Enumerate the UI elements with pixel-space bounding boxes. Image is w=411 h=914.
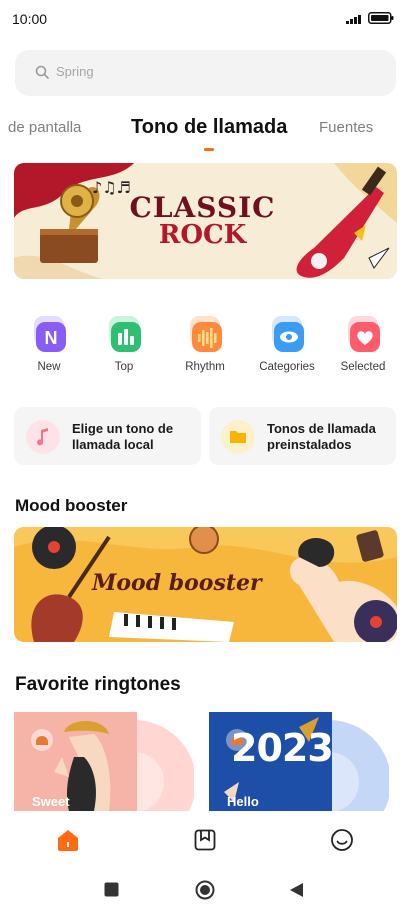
eye-icon [272, 316, 304, 352]
bottom-nav [0, 812, 411, 864]
signal-icon [346, 15, 361, 24]
tab-ringtone[interactable]: Tono de llamada [131, 116, 287, 139]
category-new[interactable]: N New [14, 316, 84, 376]
bar-chart-icon [109, 316, 141, 352]
home-icon[interactable] [55, 827, 81, 853]
recent-apps-icon[interactable] [104, 882, 119, 897]
back-icon[interactable] [289, 882, 304, 898]
status-bar: 10:00 [0, 0, 411, 38]
favorite-ringtones-heading: Favorite ringtones [15, 674, 181, 695]
system-nav-bar [0, 864, 411, 914]
favorite-card-sweet[interactable]: Sweet [14, 712, 194, 811]
search-bar[interactable]: Spring [15, 50, 396, 96]
svg-text:♪♫♬: ♪♫♬ [92, 178, 131, 197]
local-ringtone-label: Elige un tono de llamada local [72, 421, 174, 452]
classic-rock-artwork: ♪♫♬ [14, 163, 397, 279]
category-categories[interactable]: Categories [252, 316, 322, 376]
category-rhythm[interactable]: Rhythm [170, 316, 240, 376]
search-icon [35, 65, 49, 79]
category-rhythm-label: Rhythm [185, 361, 225, 373]
status-time: 10:00 [12, 11, 48, 27]
mood-booster-banner[interactable]: Mood booster [14, 527, 397, 642]
waveform-icon [190, 316, 222, 352]
category-selected[interactable]: Selected [328, 316, 398, 376]
svg-text:N: N [45, 328, 58, 348]
mood-booster-heading: Mood booster [15, 496, 128, 515]
home-circle-icon[interactable] [195, 880, 215, 900]
heart-icon [348, 316, 380, 352]
mood-booster-banner-title: Mood booster [92, 570, 262, 596]
category-selected-label: Selected [340, 361, 386, 373]
classic-rock-banner[interactable]: ♪♫♬ CLASSIC ROCK [14, 163, 397, 279]
favorite-card-hello[interactable]: 2023 Hello [209, 712, 389, 811]
folder-icon [221, 420, 255, 454]
preinstalled-ringtones-card[interactable]: Tonos de llamada preinstalados [209, 407, 396, 465]
search-placeholder: Spring [56, 64, 94, 79]
bookmark-icon[interactable] [192, 827, 218, 853]
tab-indicator [204, 148, 214, 151]
category-categories-label: Categories [259, 361, 315, 373]
category-new-label: New [37, 361, 61, 373]
tab-fonts[interactable]: Fuentes [319, 119, 373, 136]
local-ringtone-card[interactable]: Elige un tono de llamada local [14, 407, 201, 465]
tab-wallpaper[interactable]: de pantalla [8, 119, 81, 136]
n-badge-icon: N [34, 316, 66, 352]
category-top-label: Top [114, 361, 134, 373]
favorite-label-hello: Hello [227, 794, 259, 809]
hello-art-text: 2023 [231, 726, 334, 770]
music-note-icon [26, 420, 60, 454]
battery-icon [368, 12, 394, 24]
profile-smile-icon[interactable] [329, 827, 355, 853]
category-top[interactable]: Top [89, 316, 159, 376]
preinstalled-ringtones-label: Tonos de llamada preinstalados [267, 421, 376, 452]
favorite-label-sweet: Sweet [32, 794, 70, 809]
